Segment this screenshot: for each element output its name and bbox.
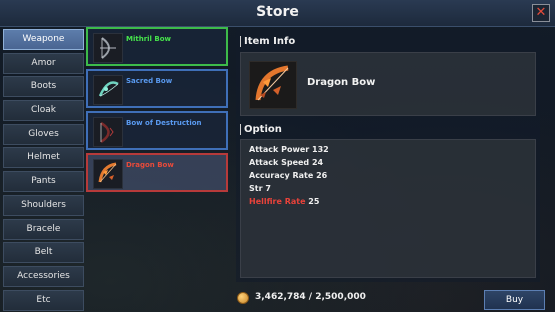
gold-amount: 3,462,784 / 2,500,000 bbox=[255, 292, 366, 302]
item-name-sacred-bow: Sacred Bow bbox=[126, 77, 173, 85]
selected-item-name: Dragon Bow bbox=[307, 77, 376, 88]
item-name-dragon-bow: Dragon Bow bbox=[126, 161, 174, 169]
category-amor[interactable]: Amor bbox=[3, 52, 84, 74]
window-title: Store bbox=[256, 4, 299, 20]
sacred-bow-icon bbox=[93, 75, 123, 105]
item-name-mithril-bow: Mithril Bow bbox=[126, 35, 171, 43]
category-list: Weapone Amor Boots Cloak Gloves Helmet P… bbox=[3, 29, 84, 312]
item-info-heading: Item Info bbox=[240, 36, 295, 47]
item-slot-bow-of-destruction[interactable]: Bow of Destruction bbox=[86, 111, 228, 150]
close-icon: ✕ bbox=[535, 5, 547, 20]
category-shoulders[interactable]: Shoulders bbox=[3, 194, 84, 216]
item-info-box: Dragon Bow bbox=[240, 52, 536, 116]
title-bar: Store ✕ bbox=[0, 0, 555, 27]
item-slot-sacred-bow[interactable]: Sacred Bow bbox=[86, 69, 228, 108]
category-helmet[interactable]: Helmet bbox=[3, 147, 84, 169]
category-boots[interactable]: Boots bbox=[3, 76, 84, 98]
stat-attack-speed: Attack Speed 24 bbox=[249, 158, 324, 167]
category-cloak[interactable]: Cloak bbox=[3, 100, 84, 122]
stat-str: Str 7 bbox=[249, 184, 271, 193]
dragon-bow-icon bbox=[93, 159, 123, 189]
gold-coin-icon bbox=[237, 292, 249, 304]
category-pants[interactable]: Pants bbox=[3, 171, 84, 193]
category-accessories[interactable]: Accessories bbox=[3, 265, 84, 287]
category-bracele[interactable]: Bracele bbox=[3, 218, 84, 240]
item-slot-dragon-bow[interactable]: Dragon Bow bbox=[86, 153, 228, 192]
close-button[interactable]: ✕ bbox=[532, 4, 550, 22]
mithril-bow-icon bbox=[93, 33, 123, 63]
stat-hellfire-rate: Hellfire Rate 25 bbox=[249, 197, 320, 206]
option-heading: Option bbox=[240, 124, 282, 135]
buy-button[interactable]: Buy bbox=[484, 290, 545, 310]
item-name-bow-of-destruction: Bow of Destruction bbox=[126, 119, 202, 127]
category-etc[interactable]: Etc bbox=[3, 289, 84, 311]
option-box: Attack Power 132 Attack Speed 24 Accurac… bbox=[240, 139, 536, 278]
dragon-bow-icon bbox=[249, 61, 297, 109]
item-list: Mithril Bow Sacred Bow Bow of Destructio… bbox=[86, 27, 228, 195]
destruction-bow-icon bbox=[93, 117, 123, 147]
category-weapone[interactable]: Weapone bbox=[3, 29, 84, 50]
stat-accuracy-rate: Accuracy Rate 26 bbox=[249, 171, 328, 180]
store-window: Store ✕ Weapone Amor Boots Cloak Gloves … bbox=[0, 0, 555, 312]
stat-attack-power: Attack Power 132 bbox=[249, 145, 329, 154]
category-gloves[interactable]: Gloves bbox=[3, 123, 84, 145]
item-slot-mithril-bow[interactable]: Mithril Bow bbox=[86, 27, 228, 66]
category-belt[interactable]: Belt bbox=[3, 242, 84, 264]
